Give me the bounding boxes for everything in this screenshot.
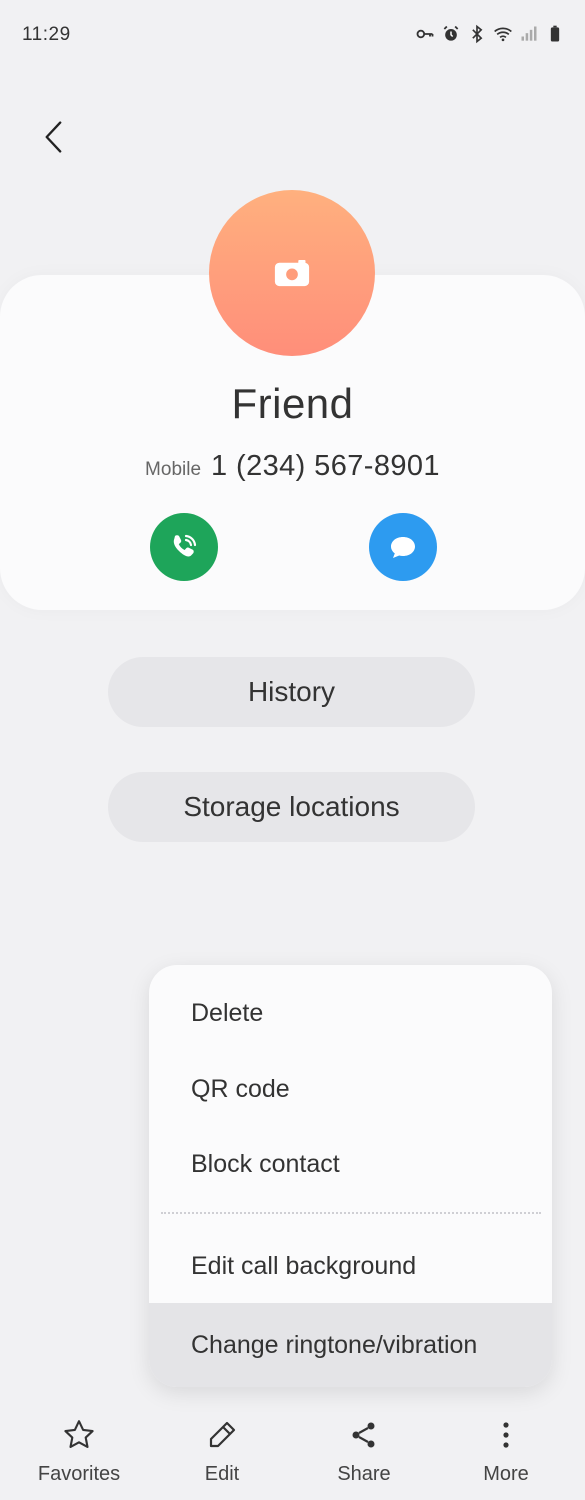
share-icon (346, 1417, 382, 1453)
menu-item-edit-call-background[interactable]: Edit call background (149, 1228, 552, 1304)
call-button[interactable] (150, 513, 218, 581)
storage-locations-button[interactable]: Storage locations (108, 772, 475, 842)
nav-favorites[interactable]: Favorites (6, 1410, 152, 1500)
message-icon (391, 537, 415, 558)
back-chevron-icon (45, 121, 62, 153)
nav-more[interactable]: More (433, 1410, 579, 1500)
status-time: 11:29 (22, 24, 71, 45)
menu-item-block-contact[interactable]: Block contact (149, 1126, 552, 1202)
wifi-icon (493, 24, 513, 44)
nav-label-more: More (483, 1463, 529, 1485)
star-icon (61, 1417, 97, 1453)
avatar[interactable] (209, 190, 375, 356)
status-bar: 11:29 (0, 0, 585, 70)
nav-label-share: Share (337, 1463, 391, 1485)
nav-edit[interactable]: Edit (149, 1410, 295, 1500)
history-button[interactable]: History (108, 657, 475, 727)
phone-label: Mobile (145, 459, 202, 480)
signal-icon (519, 24, 539, 44)
nav-label-edit: Edit (204, 1463, 240, 1485)
phone-row: Mobile 1 (234) 567-8901 (0, 450, 585, 483)
wifi-call-icon (173, 534, 197, 557)
battery-icon (545, 24, 565, 44)
contact-name: Friend (231, 380, 354, 427)
pencil-icon (204, 1417, 240, 1453)
menu-divider (161, 1212, 541, 1214)
bluetooth-icon (467, 24, 487, 44)
more-options-menu: Delete QR code Block contact Edit call b… (149, 965, 552, 1387)
more-vertical-icon (488, 1417, 524, 1453)
bottom-nav: Favorites Edit Share More (0, 1410, 585, 1500)
message-button[interactable] (369, 513, 437, 581)
menu-item-change-ringtone[interactable]: Change ringtone/vibration (149, 1303, 552, 1387)
alarm-icon (441, 24, 461, 44)
menu-item-qr-code[interactable]: QR code (149, 1051, 552, 1127)
camera-icon (274, 259, 310, 286)
nav-share[interactable]: Share (291, 1410, 437, 1500)
back-button[interactable] (28, 112, 78, 162)
key-icon (415, 24, 435, 44)
nav-label-favorites: Favorites (37, 1463, 121, 1485)
menu-item-delete[interactable]: Delete (149, 975, 552, 1051)
status-icons (415, 24, 565, 44)
phone-number[interactable]: 1 (234) 567-8901 (211, 450, 440, 483)
